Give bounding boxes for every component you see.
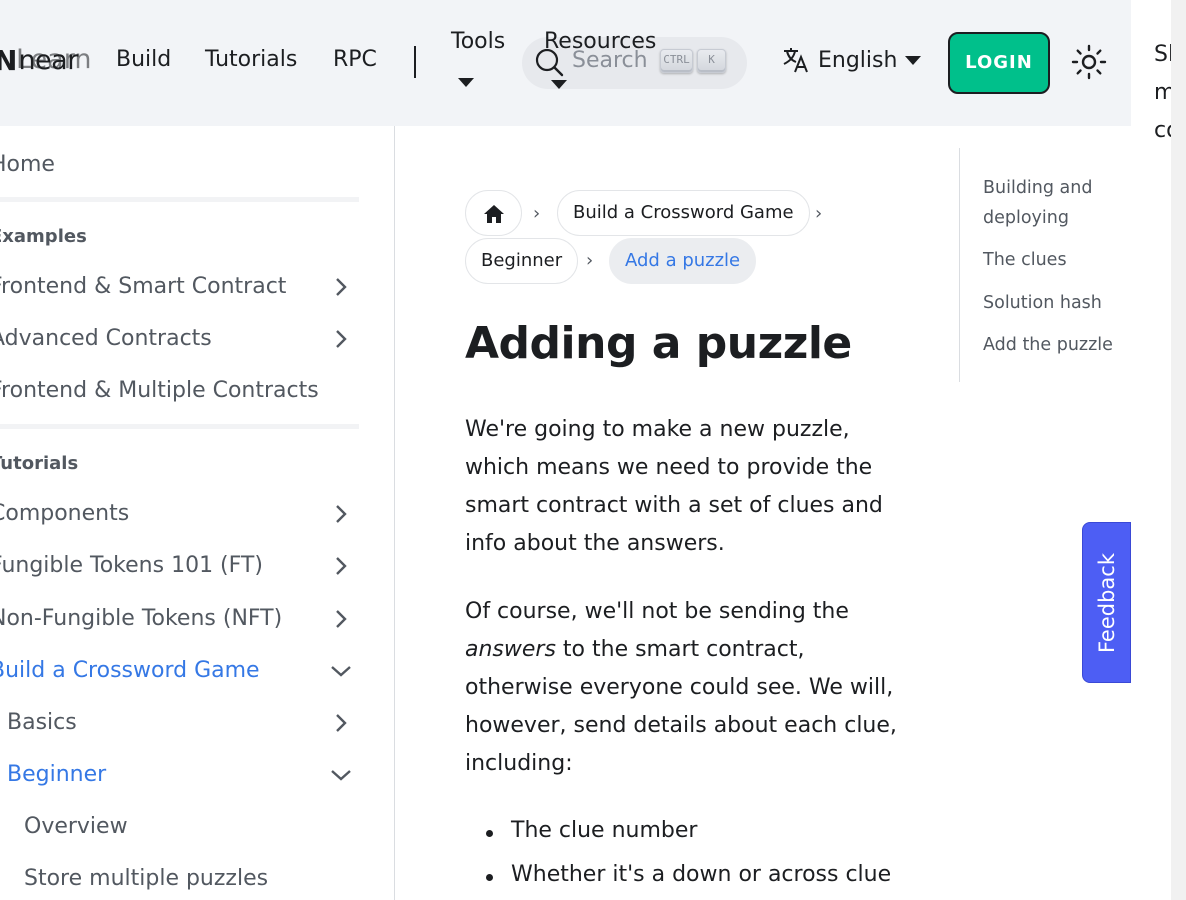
toc-item-the-clues[interactable]: The clues bbox=[983, 245, 1123, 275]
breadcrumb-beginner[interactable]: Beginner bbox=[465, 238, 579, 284]
kbd-k: K bbox=[697, 49, 726, 73]
nav-divider bbox=[414, 46, 416, 78]
paragraph-text: Of course, we'll not be sending the bbox=[465, 599, 849, 624]
list-item-text: Whether it's a down or across clue bbox=[511, 862, 892, 887]
sidebar-item-non-fungible-tokens[interactable]: Non-Fungible Tokens (NFT) bbox=[0, 606, 282, 631]
login-button[interactable]: LOGIN bbox=[948, 32, 1050, 94]
kbd-ctrl: CTRL bbox=[660, 49, 693, 73]
page-scrollbar[interactable] bbox=[1171, 0, 1186, 900]
feedback-button[interactable]: Feedback bbox=[1082, 522, 1131, 683]
language-selector[interactable]: English bbox=[782, 46, 922, 74]
sun-icon[interactable] bbox=[1071, 44, 1107, 80]
sidebar-item-beginner[interactable]: Beginner bbox=[7, 762, 106, 787]
navbar: N near Learn Build Tutorials RPC Tools S… bbox=[0, 0, 1131, 126]
chevron-down-icon bbox=[551, 80, 567, 89]
sidebar-item-advanced-contracts[interactable]: Advanced Contracts bbox=[0, 326, 212, 351]
chevron-down-icon bbox=[458, 78, 474, 87]
sidebar-category-examples: Examples bbox=[0, 226, 87, 247]
chevron-right-icon[interactable] bbox=[330, 503, 352, 525]
sidebar-item-frontend-smart-contract[interactable]: Frontend & Smart Contract bbox=[0, 274, 286, 299]
chevron-right-icon[interactable] bbox=[330, 328, 352, 350]
sidebar-item-overview[interactable]: Overview bbox=[24, 814, 128, 839]
sidebar-item-components[interactable]: Components bbox=[0, 501, 129, 526]
sidebar-divider bbox=[0, 197, 359, 202]
list-item-text: The clue number bbox=[511, 818, 698, 843]
toc-item-add-the-puzzle[interactable]: Add the puzzle bbox=[983, 330, 1123, 360]
breadcrumb-separator: › bbox=[533, 203, 541, 224]
nav-dropdown-resources-label: Resources bbox=[544, 29, 657, 54]
breadcrumb-home[interactable] bbox=[465, 190, 522, 236]
nav-link-build[interactable]: Build bbox=[116, 47, 171, 72]
chevron-down-icon[interactable] bbox=[330, 660, 352, 682]
breadcrumb-current-add-puzzle: Add a puzzle bbox=[609, 238, 757, 284]
breadcrumb-crossword-game[interactable]: Build a Crossword Game bbox=[557, 190, 810, 236]
chevron-right-icon[interactable] bbox=[330, 555, 352, 577]
list-item: The clue number bbox=[485, 818, 698, 843]
nav-link-rpc[interactable]: RPC bbox=[333, 47, 377, 72]
chevron-down-icon bbox=[905, 55, 922, 65]
sidebar-category-tutorials: Tutorials bbox=[0, 453, 79, 474]
chevron-right-icon[interactable] bbox=[330, 712, 352, 734]
chevron-right-icon[interactable] bbox=[330, 276, 352, 298]
toc-item-solution-hash[interactable]: Solution hash bbox=[983, 288, 1123, 318]
page: N near Learn Build Tutorials RPC Tools S… bbox=[0, 0, 1186, 900]
paragraph-intro: We're going to make a new puzzle, which … bbox=[465, 417, 883, 556]
near-logo-mark: N bbox=[0, 44, 17, 77]
sidebar-item-store-multiple-puzzles[interactable]: Store multiple puzzles bbox=[24, 866, 268, 891]
nav-link-tutorials[interactable]: Tutorials bbox=[205, 47, 297, 72]
breadcrumb-separator: › bbox=[815, 203, 823, 224]
feedback-label: Feedback bbox=[1094, 552, 1119, 653]
list-item: Whether it's a down or across clue bbox=[485, 862, 892, 887]
sidebar-item-basics[interactable]: Basics bbox=[7, 710, 77, 735]
nav-dropdown-tools-label: Tools bbox=[451, 29, 506, 54]
chevron-right-icon[interactable] bbox=[330, 608, 352, 630]
sidebar-item-crossword-game[interactable]: Build a Crossword Game bbox=[0, 658, 260, 683]
sidebar: Home Examples Frontend & Smart Contract … bbox=[0, 126, 395, 900]
emphasis-answers: answers bbox=[465, 637, 556, 662]
near-logo[interactable]: N near Learn bbox=[0, 44, 91, 77]
sidebar-divider bbox=[0, 424, 359, 429]
sidebar-item-home[interactable]: Home bbox=[0, 152, 55, 177]
page-title: Adding a puzzle bbox=[465, 318, 852, 369]
near-logo-ghost-text: Learn bbox=[16, 44, 92, 75]
translate-icon bbox=[783, 48, 808, 73]
paragraph-answers: Of course, we'll not be sending the answ… bbox=[465, 593, 905, 783]
language-label: English bbox=[818, 47, 898, 73]
toc-item-building-deploying[interactable]: Building and deploying bbox=[983, 173, 1123, 233]
sidebar-item-frontend-multiple-contracts[interactable]: Frontend & Multiple Contracts bbox=[0, 378, 319, 403]
chevron-down-icon[interactable] bbox=[330, 764, 352, 786]
toc-border bbox=[959, 148, 960, 382]
breadcrumb-separator: › bbox=[586, 250, 594, 271]
home-icon bbox=[484, 205, 504, 223]
sidebar-item-fungible-tokens[interactable]: Fungible Tokens 101 (FT) bbox=[0, 553, 263, 578]
